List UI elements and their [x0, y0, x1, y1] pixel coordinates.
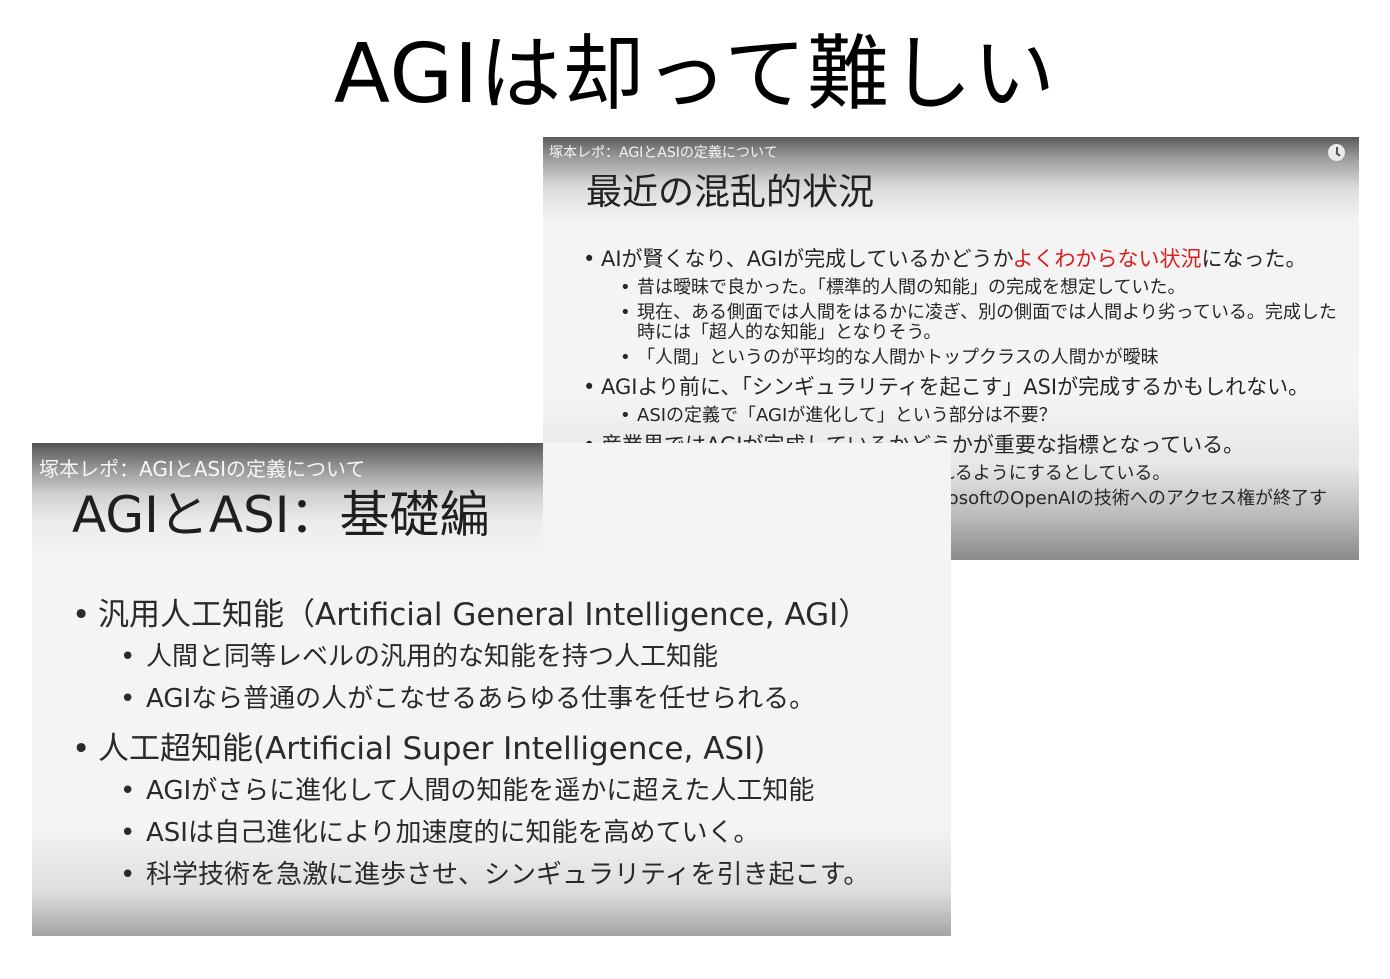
slide-heading: 最近の混乱的状況	[586, 172, 875, 213]
slide-bullet-list: 汎用人工知能（Artificial General Intelligence, …	[72, 593, 942, 895]
sub-bullet: ASIの定義で「AGIが進化して」という部分は不要？	[620, 406, 1353, 427]
slide-screenshot-agi-asi-basics: 塚本レポ：AGIとASIの定義について AGIとASI：基礎編 汎用人工知能（A…	[32, 443, 951, 936]
highlighted-text: よくわからない状況	[1012, 247, 1202, 271]
clock-icon[interactable]	[1328, 144, 1345, 161]
sub-bullet: 人間と同等レベルの汎用的な知能を持つ人工知能	[120, 637, 942, 677]
sub-bullet: ASIは自己進化により加速度的に知能を高めていく。	[120, 813, 942, 853]
bullet-text: になった。	[1201, 247, 1307, 271]
bullet-ai-smart: AIが賢くなり、AGIが完成しているかどうかよくわからない状況になった。	[583, 246, 1353, 273]
bullet-agi-definition: 汎用人工知能（Artificial General Intelligence, …	[72, 595, 942, 635]
video-title: 塚本レポ：AGIとASIの定義について	[549, 145, 778, 161]
sub-bullet: 科学技術を急激に進歩させ、シンギュラリティを引き起こす。	[120, 855, 942, 895]
sub-bullet: AGIがさらに進化して人間の知能を遥かに超えた人工知能	[120, 771, 942, 811]
slide-heading: AGIとASI：基礎編	[72, 486, 490, 544]
sub-bullet: AGIなら普通の人がこなせるあらゆる仕事を任せられる。	[120, 679, 942, 719]
bullet-asi-definition: 人工超知能(Artificial Super Intelligence, ASI…	[72, 729, 942, 769]
bullet-asi-before-agi: AGIより前に、「シンギュラリティを起こす」ASIが完成するかもしれない。	[583, 374, 1353, 401]
page-title: AGIは却って難しい	[333, 27, 1057, 122]
page: AGIは却って難しい 塚本レポ：AGIとASIの定義について 最近の混乱的状況 …	[0, 0, 1390, 979]
sub-bullet: 現在、ある側面では人間をはるかに凌ぎ、別の側面では人間より劣っている。完成した時…	[620, 303, 1353, 343]
sub-bullet: 「人間」というのが平均的な人間かトップクラスの人間かが曖昧	[620, 348, 1353, 369]
sub-bullet: 昔は曖昧で良かった。「標準的人間の知能」の完成を想定していた。	[620, 278, 1353, 299]
bullet-text: AIが賢くなり、AGIが完成しているかどうか	[601, 247, 1013, 271]
